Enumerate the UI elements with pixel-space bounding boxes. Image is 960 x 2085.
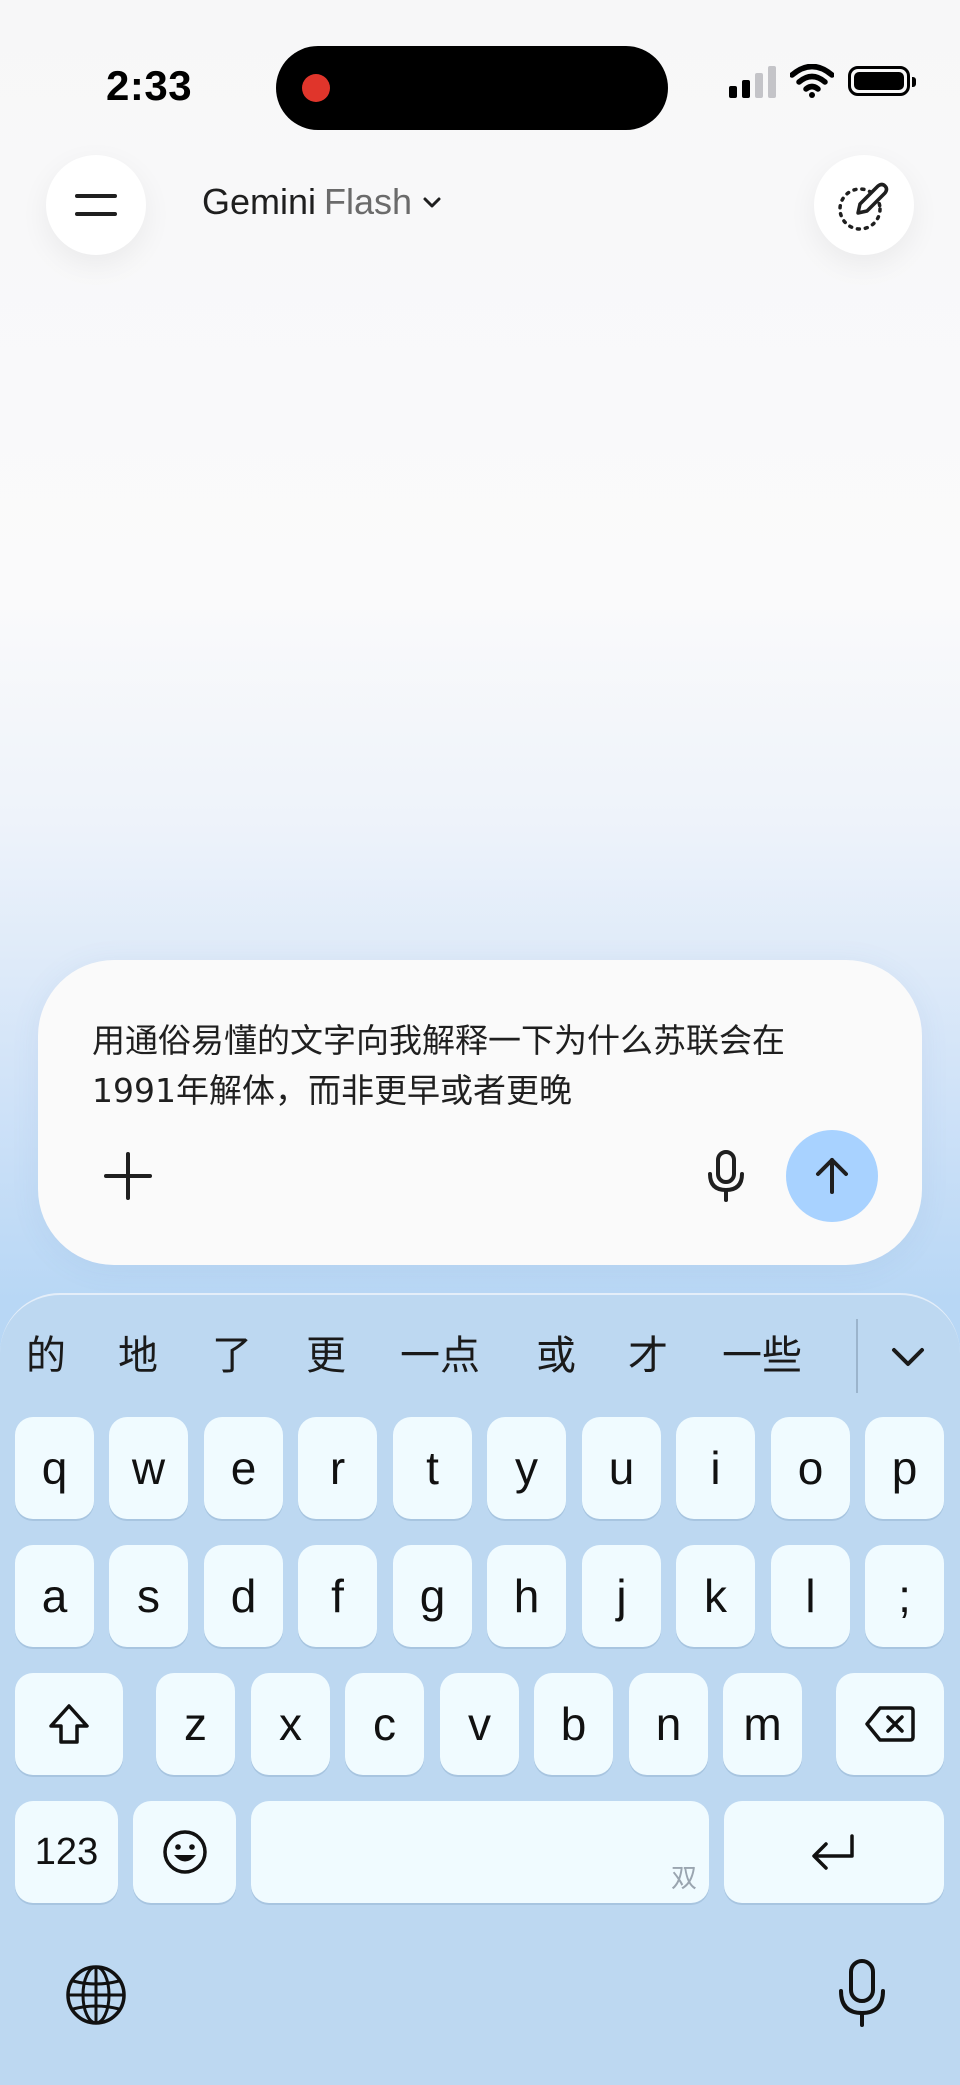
key-y[interactable]: y: [487, 1417, 566, 1519]
candidate-word[interactable]: 一些: [722, 1323, 802, 1381]
menu-button[interactable]: [46, 155, 146, 255]
key-q[interactable]: q: [15, 1417, 94, 1519]
key-v[interactable]: v: [440, 1673, 519, 1775]
prompt-input[interactable]: 用通俗易懂的文字向我解释一下为什么苏联会在1991年解体，而非更早或者更晚: [92, 1016, 852, 1116]
dynamic-island: [276, 46, 668, 130]
switch-keyboard-button[interactable]: [64, 1963, 128, 2027]
new-chat-button[interactable]: [814, 155, 914, 255]
key-s[interactable]: s: [109, 1545, 188, 1647]
key-c[interactable]: c: [345, 1673, 424, 1775]
globe-icon: [66, 1965, 126, 2025]
key-h[interactable]: h: [487, 1545, 566, 1647]
space-mode-hint: 双: [670, 1864, 697, 1894]
candidate-word[interactable]: 才: [628, 1323, 668, 1381]
battery-icon: [848, 66, 916, 96]
key-n[interactable]: n: [629, 1673, 708, 1775]
edit-pen-icon: [838, 182, 889, 231]
candidate-word[interactable]: 更: [306, 1323, 346, 1381]
keyboard: 的 地 了 更 一点 或 才 一些 q w e r t y u i o p a …: [0, 1293, 960, 2085]
key-u[interactable]: u: [582, 1417, 661, 1519]
emoji-key[interactable]: [133, 1801, 236, 1903]
key-p[interactable]: p: [865, 1417, 944, 1519]
candidate-divider: [856, 1319, 858, 1393]
cellular-signal-icon: [729, 64, 776, 98]
candidate-word[interactable]: 了: [212, 1323, 252, 1381]
expand-candidates-button[interactable]: [886, 1335, 930, 1379]
shift-key[interactable]: [15, 1673, 123, 1775]
add-attachment-button[interactable]: [100, 1148, 156, 1204]
candidate-bar: 的 地 了 更 一点 或 才 一些: [0, 1295, 960, 1395]
recording-indicator: [302, 74, 330, 102]
key-x[interactable]: x: [251, 1673, 330, 1775]
key-k[interactable]: k: [676, 1545, 755, 1647]
app-header: Gemini Flash: [0, 155, 960, 255]
key-b[interactable]: b: [534, 1673, 613, 1775]
key-f[interactable]: f: [298, 1545, 377, 1647]
candidate-word[interactable]: 一点: [400, 1323, 480, 1381]
microphone-icon: [839, 1959, 885, 2027]
key-semicolon[interactable]: ;: [865, 1545, 944, 1647]
prompt-composer: 用通俗易懂的文字向我解释一下为什么苏联会在1991年解体，而非更早或者更晚: [38, 960, 922, 1265]
candidate-word[interactable]: 或: [536, 1323, 576, 1381]
key-j[interactable]: j: [582, 1545, 661, 1647]
key-l[interactable]: l: [771, 1545, 850, 1647]
return-icon: [812, 1834, 854, 1870]
return-key[interactable]: [724, 1801, 944, 1903]
chevron-down-icon: [892, 1348, 924, 1366]
model-selector[interactable]: Gemini Flash: [202, 181, 444, 223]
backspace-icon: [865, 1706, 915, 1742]
numbers-key[interactable]: 123: [15, 1801, 118, 1903]
model-name: Gemini: [202, 181, 317, 222]
key-e[interactable]: e: [204, 1417, 283, 1519]
status-icons: [729, 64, 916, 98]
key-w[interactable]: w: [109, 1417, 188, 1519]
dictation-button[interactable]: [834, 1957, 890, 2029]
voice-input-button[interactable]: [696, 1146, 756, 1206]
plus-icon: [104, 1152, 152, 1200]
key-i[interactable]: i: [676, 1417, 755, 1519]
status-bar: 2:33: [0, 0, 960, 150]
candidate-word[interactable]: 的: [26, 1323, 66, 1381]
wifi-icon: [790, 64, 834, 98]
key-t[interactable]: t: [393, 1417, 472, 1519]
shift-icon: [49, 1704, 89, 1744]
key-o[interactable]: o: [771, 1417, 850, 1519]
key-r[interactable]: r: [298, 1417, 377, 1519]
model-variant: Flash: [324, 181, 413, 222]
key-m[interactable]: m: [723, 1673, 802, 1775]
chevron-down-icon: [423, 197, 441, 208]
send-button[interactable]: [786, 1130, 878, 1222]
arrow-up-icon: [816, 1158, 848, 1194]
microphone-icon: [708, 1150, 744, 1202]
space-key[interactable]: 双: [251, 1801, 709, 1903]
key-d[interactable]: d: [204, 1545, 283, 1647]
key-a[interactable]: a: [15, 1545, 94, 1647]
backspace-key[interactable]: [836, 1673, 944, 1775]
status-time: 2:33: [106, 62, 193, 109]
menu-icon: [75, 194, 117, 216]
emoji-icon: [162, 1830, 207, 1874]
key-z[interactable]: z: [156, 1673, 235, 1775]
key-g[interactable]: g: [393, 1545, 472, 1647]
candidate-word[interactable]: 地: [118, 1323, 158, 1381]
